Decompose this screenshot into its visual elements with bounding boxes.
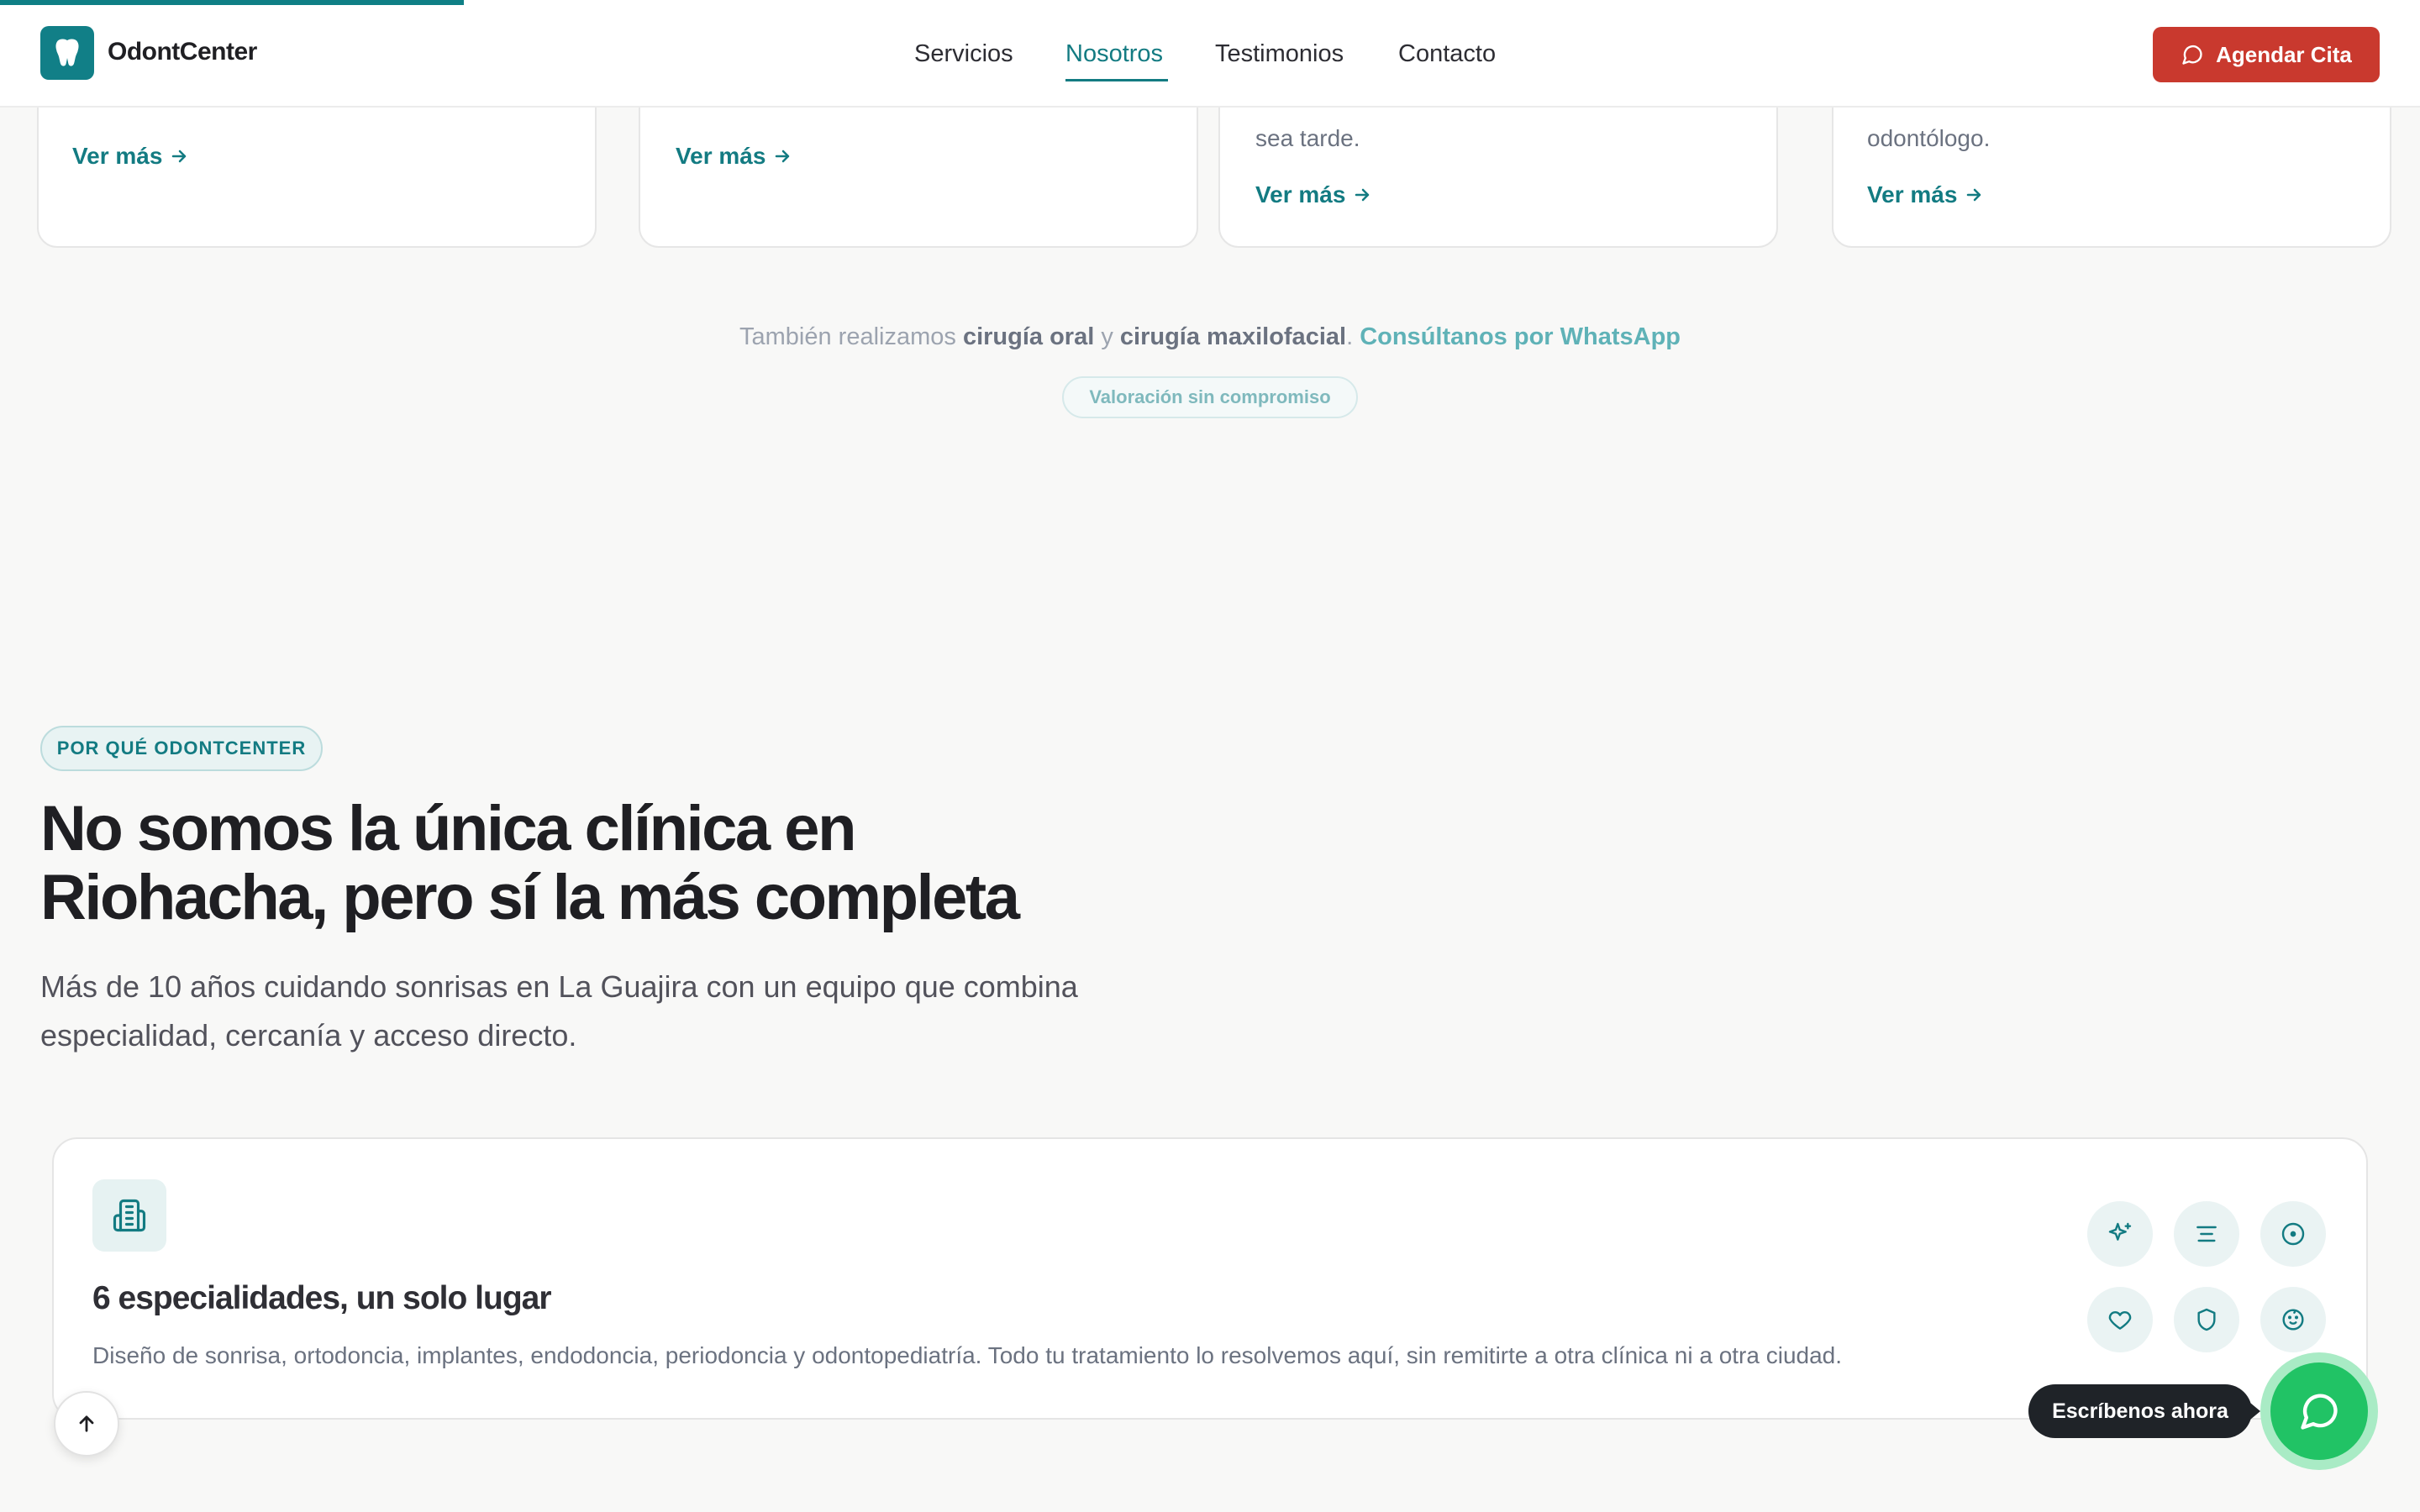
specialty-target	[2260, 1201, 2326, 1267]
nav-servicios[interactable]: Servicios	[914, 40, 1013, 68]
specialty-shield	[2174, 1287, 2239, 1352]
card-description: sea tarde.	[1255, 125, 1360, 151]
arrow-up-icon	[79, 1415, 94, 1432]
ver-mas-label: Ver más	[1867, 181, 1958, 207]
ver-mas-label: Ver más	[1255, 181, 1346, 207]
ver-mas-label: Ver más	[72, 143, 163, 169]
extra-services-line: También realizamos cirugía oral y cirugí…	[0, 323, 2420, 351]
specialty-sparkles	[2087, 1201, 2153, 1267]
arrow-right-icon	[776, 150, 790, 163]
tooltip-arrow	[2250, 1403, 2260, 1420]
circle-dot-icon	[2281, 1222, 2305, 1246]
building-icon-box	[92, 1179, 166, 1252]
message-circle-icon	[2301, 1394, 2338, 1430]
subtitle-line-1: Más de 10 años cuidando sonrisas en La G…	[40, 969, 1078, 1004]
message-circle-icon	[2182, 45, 2202, 65]
nav-contacto[interactable]: Contacto	[1398, 40, 1496, 68]
scroll-to-top-button[interactable]	[54, 1391, 119, 1457]
section-badge: POR QUÉ ODONTCENTER	[40, 726, 323, 771]
card-description: odontólogo.	[1867, 125, 1991, 151]
nav-testimonios[interactable]: Testimonios	[1215, 40, 1344, 68]
arrow-right-icon	[172, 150, 187, 163]
nav-nosotros[interactable]: Nosotros	[1065, 40, 1163, 68]
feature-description: Diseño de sonrisa, ortodoncia, implantes…	[92, 1342, 1843, 1368]
whatsapp-chat-button[interactable]	[2270, 1362, 2368, 1460]
feature-card	[52, 1137, 2368, 1420]
extra-prefix: También realizamos	[739, 323, 956, 350]
tooth-icon	[55, 39, 79, 66]
logo-mark[interactable]	[40, 26, 94, 80]
align-center-icon	[2196, 1226, 2217, 1242]
scroll-progress-bar	[0, 0, 464, 5]
ver-mas-link-4[interactable]: Ver más	[1867, 181, 1984, 208]
active-nav-underline	[1065, 79, 1168, 81]
ver-mas-label: Ver más	[676, 143, 766, 169]
baby-icon	[2282, 1309, 2304, 1331]
specialty-heart	[2087, 1287, 2153, 1352]
whatsapp-tooltip: Escríbenos ahora	[2028, 1384, 2252, 1438]
extra-connector: y	[1101, 323, 1113, 350]
sparkles-icon	[2108, 1222, 2132, 1241]
agendar-cita-button[interactable]: Agendar Cita	[2153, 27, 2380, 82]
heading-line-1: No somos la única clínica en	[40, 793, 857, 864]
heading-line-2: Riohacha, pero sí la más completa	[40, 862, 1020, 933]
section-heading: No somos la única clínica en Riohacha, p…	[40, 795, 1217, 932]
extra-service-maxilofacial: cirugía maxilofacial	[1119, 323, 1347, 350]
extra-period: .	[1346, 323, 1354, 350]
building-icon	[113, 1199, 146, 1232]
specialty-align	[2174, 1201, 2239, 1267]
feature-title: 6 especialidades, un solo lugar	[92, 1280, 552, 1316]
cta-label: Agendar Cita	[2216, 41, 2352, 67]
arrow-right-icon	[1967, 188, 1981, 202]
specialty-baby	[2260, 1287, 2326, 1352]
subtitle-line-2: especialidad, cercanía y acceso directo.	[40, 1018, 577, 1053]
ver-mas-link-3[interactable]: Ver más	[1255, 181, 1372, 208]
section-subtitle: Más de 10 años cuidando sonrisas en La G…	[40, 963, 1217, 1060]
extra-service-oral: cirugía oral	[962, 323, 1095, 350]
ver-mas-link-2[interactable]: Ver más	[676, 143, 792, 170]
arrow-right-icon	[1355, 188, 1370, 202]
valoracion-pill: Valoración sin compromiso	[1062, 376, 1358, 418]
whatsapp-consult-link[interactable]: Consúltanos por WhatsApp	[1360, 323, 1681, 350]
ver-mas-link-1[interactable]: Ver más	[72, 143, 189, 170]
brand-name[interactable]: OdontCenter	[108, 38, 257, 66]
site-header: OdontCenter Servicios Nosotros Testimoni…	[0, 0, 2420, 108]
shield-icon	[2197, 1308, 2216, 1331]
heart-icon	[2108, 1311, 2132, 1330]
